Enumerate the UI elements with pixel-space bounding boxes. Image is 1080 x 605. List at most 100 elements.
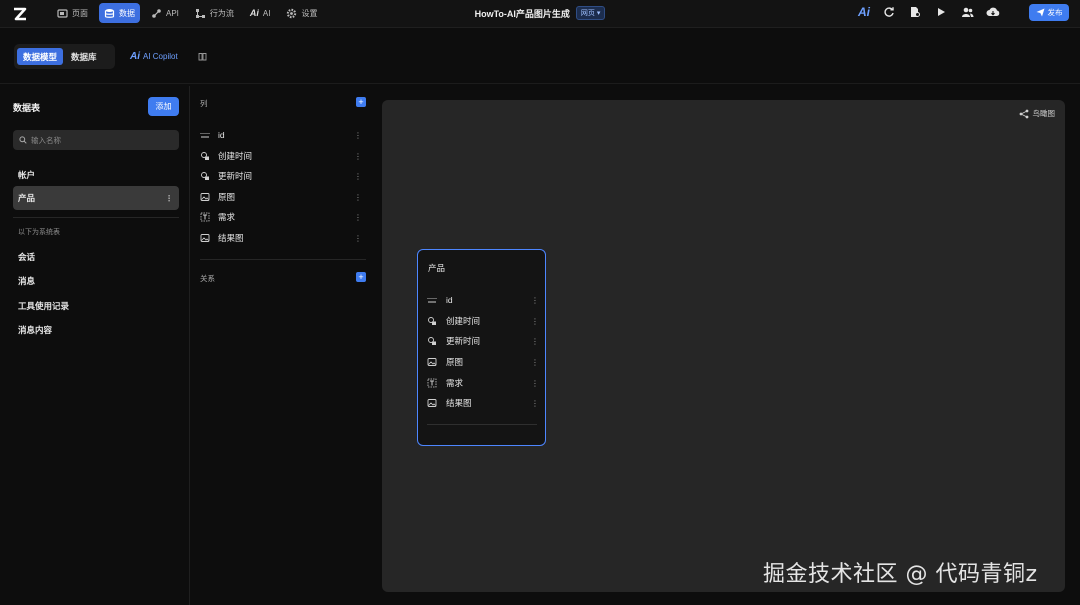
sidebar-item-session[interactable]: 会话 [13, 245, 179, 269]
sidebar-item-tool-usage[interactable]: 工具使用记录 [13, 294, 179, 318]
column-row[interactable]: 更新时间 ⋮ [200, 166, 368, 186]
more-options-icon[interactable]: ⋮ [354, 213, 362, 222]
collaborators-icon[interactable] [960, 5, 974, 19]
more-options-icon[interactable]: ⋮ [531, 317, 539, 326]
column-row[interactable]: id ⋮ [200, 125, 368, 145]
card-field-name: 更新时间 [446, 336, 481, 346]
card-field-name: 创建时间 [446, 316, 481, 326]
more-options-icon[interactable]: ⋮ [531, 379, 539, 388]
api-icon [151, 8, 162, 19]
ai-copilot-label: AI Copilot [143, 52, 178, 61]
more-options-icon[interactable]: ⋮ [354, 172, 362, 181]
column-row[interactable]: 创建时间 ⋮ [200, 146, 368, 166]
more-options-icon[interactable]: ⋮ [531, 337, 539, 346]
sidebar-item-account[interactable]: 帐户 [13, 163, 179, 187]
nav-flow-label: 行为流 [209, 8, 234, 18]
nav-data[interactable]: 数据 [99, 3, 140, 23]
nav-settings[interactable]: 设置 [281, 3, 322, 23]
more-options-icon[interactable]: ⋮ [354, 234, 362, 243]
tab-data-model[interactable]: 数据模型 [17, 48, 64, 65]
columns-divider [200, 259, 366, 260]
card-field-row[interactable]: 更新时间 ⋮ [427, 332, 539, 350]
platform-selector[interactable]: 网页 ▾ [575, 6, 606, 20]
sub-bar: 数据模型 数据库 Ai AI Copilot [0, 29, 1080, 84]
publish-button[interactable]: 发布 [1029, 4, 1069, 21]
nav-data-label: 数据 [119, 8, 135, 18]
tab-database[interactable]: 数据库 [65, 48, 103, 65]
gear-icon [286, 8, 297, 19]
column-row[interactable]: 需求 ⋮ [200, 207, 368, 227]
card-field-row[interactable]: 原图 ⋮ [427, 353, 539, 371]
relations-heading: 关系 [200, 274, 215, 283]
more-options-icon[interactable]: ⋮ [354, 152, 362, 161]
ai-icon: Ai [249, 8, 259, 18]
nav-flow[interactable]: 行为流 [190, 3, 239, 23]
column-name: 创建时间 [218, 151, 253, 161]
datetime-icon [200, 171, 210, 181]
watermark: 掘金技术社区 @ 代码青铜z [763, 562, 1038, 587]
refresh-icon[interactable] [882, 5, 896, 19]
birdseye-label: 鸟瞰图 [1032, 109, 1056, 118]
sidebar-divider [13, 217, 179, 218]
nav-api[interactable]: API [146, 3, 184, 23]
card-field-row[interactable]: id ⋮ [427, 291, 539, 309]
nav-pages-label: 页面 [72, 8, 88, 18]
id-icon [200, 130, 210, 140]
system-tables-heading: 以下为系统表 [18, 229, 60, 236]
more-options-icon[interactable]: ⋮ [531, 296, 539, 305]
tables-sidebar: 数据表 添加 帐户 产品 ⋮ 以下为系统表 会话 消息 工具使用记录 消息内容 [0, 86, 190, 605]
card-field-row[interactable]: 创建时间 ⋮ [427, 312, 539, 330]
add-column-button[interactable]: + [356, 97, 366, 107]
card-field-name: 需求 [446, 378, 464, 388]
document-settings-icon[interactable] [908, 5, 922, 19]
card-field-row[interactable]: 需求 ⋮ [427, 374, 539, 392]
preview-play-icon[interactable] [934, 5, 948, 19]
sidebar-item-message[interactable]: 消息 [13, 269, 179, 293]
table-search-input[interactable] [31, 135, 171, 145]
nav-pages[interactable]: 页面 [52, 3, 93, 23]
ai-assistant-icon[interactable]: Ai [858, 5, 870, 19]
column-row[interactable]: 原图 ⋮ [200, 187, 368, 207]
sidebar-title: 数据表 [13, 103, 41, 113]
sidebar-item-product[interactable]: 产品 ⋮ [13, 186, 179, 210]
birdseye-view-button[interactable]: 鸟瞰图 [1019, 108, 1056, 119]
sidebar-item-label: 帐户 [18, 170, 36, 180]
card-field-row[interactable]: 结果图 ⋮ [427, 394, 539, 412]
add-table-button[interactable]: 添加 [148, 97, 179, 116]
send-icon [1036, 8, 1044, 17]
cloud-download-icon[interactable] [986, 5, 1000, 19]
card-divider [427, 424, 537, 425]
diagram-canvas[interactable]: 鸟瞰图 产品 id ⋮ 创建时间 ⋮ 更新时间 ⋮ 原图 ⋮ 需求 ⋮ 结果图 … [382, 100, 1065, 592]
datetime-icon [427, 336, 437, 346]
id-icon [427, 295, 437, 305]
nav-ai-label: AI [262, 8, 271, 18]
publish-button-label: 发布 [1047, 8, 1063, 17]
sidebar-item-label: 消息 [18, 276, 36, 286]
more-options-icon[interactable]: ⋮ [531, 358, 539, 367]
docs-book-icon[interactable] [198, 52, 207, 61]
card-field-name: 结果图 [446, 398, 472, 408]
column-name: 结果图 [218, 233, 244, 243]
add-relation-button[interactable]: + [356, 272, 366, 282]
nav-ai[interactable]: Ai AI [245, 3, 276, 23]
column-name: 原图 [218, 192, 236, 202]
more-options-icon[interactable]: ⋮ [354, 131, 362, 140]
columns-heading: 列 [200, 99, 208, 108]
app-logo[interactable] [11, 5, 29, 23]
column-name: 更新时间 [218, 171, 253, 181]
image-icon [200, 233, 210, 243]
more-options-icon[interactable]: ⋮ [531, 399, 539, 408]
table-card-product[interactable]: 产品 id ⋮ 创建时间 ⋮ 更新时间 ⋮ 原图 ⋮ 需求 ⋮ 结果图 ⋮ [417, 249, 546, 446]
image-icon [427, 398, 437, 408]
card-field-name: 原图 [446, 357, 464, 367]
columns-panel: 列 + id ⋮ 创建时间 ⋮ 更新时间 ⋮ 原图 ⋮ 需求 ⋮ 结果图 ⋮ 关… [190, 86, 372, 605]
datetime-icon [200, 151, 210, 161]
ai-copilot-icon: Ai [130, 51, 140, 62]
column-row[interactable]: 结果图 ⋮ [200, 228, 368, 248]
more-options-icon[interactable]: ⋮ [165, 194, 173, 203]
more-options-icon[interactable]: ⋮ [354, 193, 362, 202]
sidebar-item-message-content[interactable]: 消息内容 [13, 318, 179, 342]
search-icon [19, 136, 27, 144]
text-icon [427, 378, 437, 388]
ai-copilot-button[interactable]: Ai AI Copilot [130, 51, 178, 62]
